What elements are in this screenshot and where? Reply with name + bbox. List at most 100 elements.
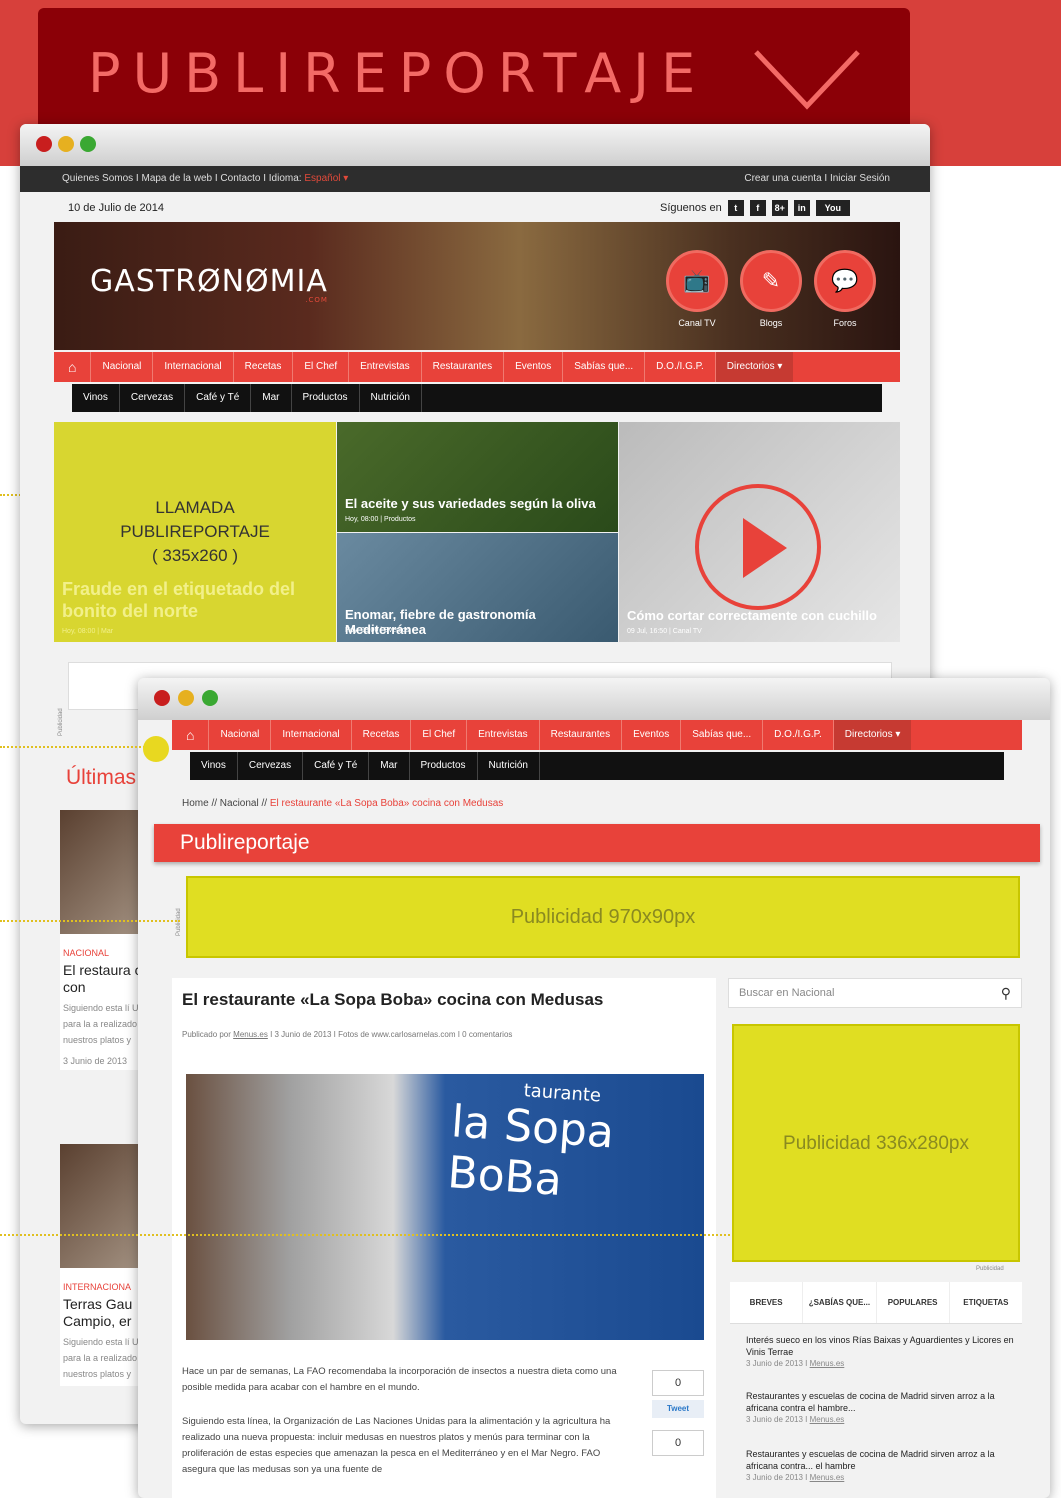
pointer-line <box>0 746 148 748</box>
pencil-icon[interactable]: ✎ <box>740 250 802 312</box>
nav-do-igp[interactable]: D.O./I.G.P. <box>645 352 716 382</box>
nav-directorios[interactable]: Directorios ▾ <box>833 720 912 750</box>
nav-sabias[interactable]: Sabías que... <box>681 720 764 750</box>
article-image: taurante la Sopa BoBa <box>186 1074 704 1340</box>
home-icon[interactable]: ⌂ <box>54 352 92 382</box>
article-window: ⌂ Nacional Internacional Recetas El Chef… <box>138 678 1050 1498</box>
nav-internacional[interactable]: Internacional <box>271 720 352 750</box>
nav-nacional[interactable]: Nacional <box>209 720 272 750</box>
nav-directorios[interactable]: Directorios ▾ <box>715 352 794 382</box>
nav-internacional[interactable]: Internacional <box>153 352 234 382</box>
list-item[interactable]: Restaurantes y escuelas de cocina de Mad… <box>746 1390 1016 1426</box>
tile-video[interactable]: Cómo cortar correctamente con cuchillo 0… <box>619 422 900 642</box>
item-title[interactable]: Restaurantes y escuelas de cocina de Mad… <box>746 1448 1016 1472</box>
tab-etiquetas[interactable]: ETIQUETAS <box>950 1282 1022 1323</box>
sub-cervezas[interactable]: Cervezas <box>120 384 186 412</box>
sub-productos[interactable]: Productos <box>292 384 360 412</box>
pointer-line <box>0 920 180 922</box>
sub-nav: Vinos Cervezas Café y Té Mar Productos N… <box>72 384 882 412</box>
minimize-dot-icon[interactable] <box>58 136 74 152</box>
nav-recetas[interactable]: Recetas <box>234 352 294 382</box>
article-paragraph: Siguiendo esta línea, la Organización de… <box>182 1416 611 1475</box>
sub-mar[interactable]: Mar <box>251 384 292 412</box>
tile-meta: Hoy, 08:00 | Eventos <box>345 627 410 634</box>
blogs-label[interactable]: Blogs <box>740 318 802 328</box>
nav-entrevistas[interactable]: Entrevistas <box>349 352 422 382</box>
item-author[interactable]: Menus.es <box>810 1415 845 1424</box>
tile-aceite[interactable]: El aceite y sus variedades según la oliv… <box>337 422 618 532</box>
nav-restaurantes[interactable]: Restaurantes <box>422 352 505 382</box>
breadcrumb-current: El restaurante «La Sopa Boba» cocina con… <box>269 798 504 809</box>
author-link[interactable]: Menus.es <box>233 1030 268 1039</box>
sub-cafe[interactable]: Café y Té <box>303 752 370 780</box>
nav-restaurantes[interactable]: Restaurantes <box>540 720 623 750</box>
tab-populares[interactable]: POPULARES <box>877 1282 950 1323</box>
facebook-icon[interactable]: f <box>749 200 766 216</box>
nav-eventos[interactable]: Eventos <box>622 720 682 750</box>
tab-sabias[interactable]: ¿SABÍAS QUE... <box>803 1282 877 1323</box>
tv-icon[interactable]: 📺 <box>666 250 728 312</box>
main-nav: ⌂ Nacional Internacional Recetas El Chef… <box>172 720 1022 750</box>
nav-el-chef[interactable]: El Chef <box>411 720 468 750</box>
ad-970x90[interactable]: Publicidad 970x90px <box>186 876 1020 958</box>
youtube-icon[interactable]: You <box>815 200 850 216</box>
tile-title: El aceite y sus variedades según la oliv… <box>345 496 596 511</box>
nav-entrevistas[interactable]: Entrevistas <box>467 720 540 750</box>
play-icon[interactable] <box>695 484 821 610</box>
call-text: LLAMADA PUBLIREPORTAJE( 335x260 ) <box>54 496 336 568</box>
item-author[interactable]: Menus.es <box>810 1473 845 1482</box>
breadcrumb: Home // Nacional // El restaurante «La S… <box>182 798 503 809</box>
item-title[interactable]: Interés sueco en los vinos Rías Baixas y… <box>746 1334 1016 1358</box>
item-author[interactable]: Menus.es <box>810 1359 845 1368</box>
banner-title: PUBLIREPORTAJE <box>88 42 708 105</box>
chat-icon[interactable]: 💬 <box>814 250 876 312</box>
sub-nutricion[interactable]: Nutrición <box>478 752 540 780</box>
sub-vinos[interactable]: Vinos <box>190 752 238 780</box>
tile-enomar[interactable]: Enomar, fiebre de gastronomía Mediterrán… <box>337 533 618 642</box>
nav-el-chef[interactable]: El Chef <box>293 352 350 382</box>
sub-productos[interactable]: Productos <box>410 752 478 780</box>
breadcrumb-links[interactable]: Home // Nacional // <box>182 798 270 809</box>
foros-label[interactable]: Foros <box>814 318 876 328</box>
linkedin-icon[interactable]: in <box>793 200 810 216</box>
nav-do-igp[interactable]: D.O./I.G.P. <box>763 720 834 750</box>
nav-eventos[interactable]: Eventos <box>504 352 564 382</box>
sign-text: la Sopa BoBa <box>446 1096 616 1206</box>
language-select[interactable]: Español ▾ <box>304 173 348 184</box>
twitter-icon[interactable]: t <box>727 200 744 216</box>
tile-publireportaje[interactable]: LLAMADA PUBLIREPORTAJE( 335x260 ) Fraude … <box>54 422 336 642</box>
ad-336x280[interactable]: Publicidad 336x280px <box>732 1024 1020 1262</box>
sub-nutricion[interactable]: Nutrición <box>360 384 422 412</box>
sub-cervezas[interactable]: Cervezas <box>238 752 304 780</box>
share-box: 0 Tweet 0 <box>652 1370 704 1456</box>
call-lines: LLAMADA PUBLIREPORTAJE( 335x260 ) <box>120 498 270 565</box>
search-placeholder: Buscar en Nacional <box>739 987 835 999</box>
item-title[interactable]: Restaurantes y escuelas de cocina de Mad… <box>746 1390 1016 1414</box>
sub-cafe[interactable]: Café y Té <box>185 384 252 412</box>
nav-nacional[interactable]: Nacional <box>91 352 154 382</box>
home-icon[interactable]: ⌂ <box>172 720 210 750</box>
close-dot-icon[interactable] <box>154 690 170 706</box>
nav-sabias[interactable]: Sabías que... <box>563 352 646 382</box>
sub-mar[interactable]: Mar <box>369 752 410 780</box>
account-links[interactable]: Crear una cuenta I Iniciar Sesión <box>744 166 890 192</box>
canal-tv-label[interactable]: Canal TV <box>666 318 728 328</box>
maximize-dot-icon[interactable] <box>80 136 96 152</box>
tab-breves[interactable]: BREVES <box>730 1282 804 1323</box>
chevron-down-icon[interactable] <box>752 46 862 112</box>
site-logo[interactable]: GASTRØNØMIA .COM <box>90 264 328 304</box>
tile-title: Fraude en el etiquetado del bonito del n… <box>62 579 296 621</box>
maximize-dot-icon[interactable] <box>202 690 218 706</box>
ad-label: Publicidad <box>176 908 182 936</box>
minimize-dot-icon[interactable] <box>178 690 194 706</box>
search-input[interactable]: Buscar en Nacional ⚲ <box>728 978 1022 1008</box>
publireportaje-banner[interactable]: PUBLIREPORTAJE <box>38 8 910 143</box>
close-dot-icon[interactable] <box>36 136 52 152</box>
googleplus-icon[interactable]: 8+ <box>771 200 788 216</box>
list-item[interactable]: Interés sueco en los vinos Rías Baixas y… <box>746 1334 1016 1370</box>
nav-recetas[interactable]: Recetas <box>352 720 412 750</box>
search-icon[interactable]: ⚲ <box>1001 979 1011 1007</box>
top-links[interactable]: Quienes Somos I Mapa de la web I Contact… <box>62 173 302 184</box>
sub-vinos[interactable]: Vinos <box>72 384 120 412</box>
tweet-button[interactable]: Tweet <box>652 1400 704 1418</box>
